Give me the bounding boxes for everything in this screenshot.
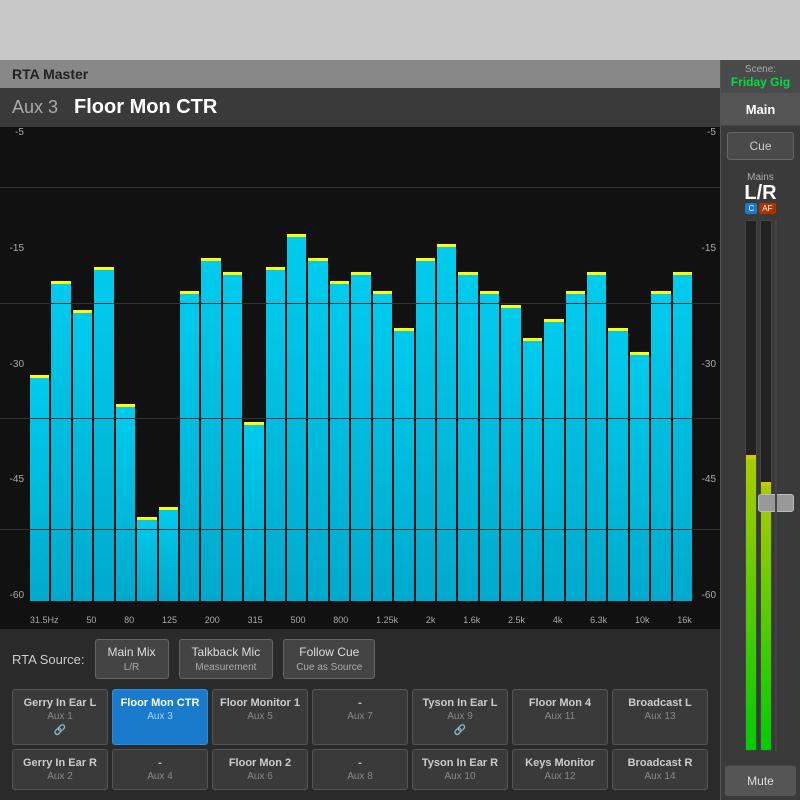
freq-10k: 10k xyxy=(635,615,650,625)
freq-1k6: 1.6k xyxy=(463,615,480,625)
grid-line-1 xyxy=(0,187,720,188)
channel-btn-2[interactable]: Floor Monitor 1Aux 5 xyxy=(212,689,308,745)
meter-green-l xyxy=(746,459,756,750)
freq-4k: 4k xyxy=(553,615,563,625)
freq-80: 80 xyxy=(124,615,134,625)
fader-track[interactable] xyxy=(775,220,777,751)
cue-btn[interactable]: Cue xyxy=(727,132,794,160)
channel-btn-13[interactable]: Broadcast RAux 14 xyxy=(612,749,708,790)
grid-line-4 xyxy=(0,529,720,530)
aux-title-bar: Aux 3 Floor Mon CTR xyxy=(0,88,720,127)
top-spacer xyxy=(0,0,800,60)
channel-grid: Gerry In Ear LAux 1🔗Floor Mon CTRAux 3Fl… xyxy=(12,689,708,790)
fader-center-line xyxy=(775,221,777,750)
ind-c: C xyxy=(745,203,757,214)
meter-green-r xyxy=(761,486,771,751)
rta-display: -5 -15 -30 -45 -60 -5 -15 -30 -45 -60 xyxy=(0,127,720,629)
freq-800: 800 xyxy=(333,615,348,625)
channel-btn-8[interactable]: -Aux 4 xyxy=(112,749,208,790)
mains-lr-area: Mains L/R C AF xyxy=(721,166,800,761)
main-mix-btn[interactable]: Main MixL/R xyxy=(95,639,169,679)
channel-btn-4[interactable]: Tyson In Ear LAux 9🔗 xyxy=(412,689,508,745)
indicator-row: C AF xyxy=(741,203,779,216)
lr-label: L/R xyxy=(744,183,776,203)
rta-grid-lines xyxy=(0,127,720,629)
channel-btn-10[interactable]: -Aux 8 xyxy=(312,749,408,790)
freq-315: 315 xyxy=(248,615,263,625)
mute-btn[interactable]: Mute xyxy=(725,765,796,796)
scene-box: Scene: Friday Gig xyxy=(721,60,800,94)
freq-2k5: 2.5k xyxy=(508,615,525,625)
channel-name: Floor Mon CTR xyxy=(74,96,217,119)
freq-31: 31.5Hz xyxy=(30,615,59,625)
aux-label: Aux 3 xyxy=(12,97,58,118)
channel-btn-11[interactable]: Tyson In Ear RAux 10 xyxy=(412,749,508,790)
level-meter-r xyxy=(760,220,772,751)
grid-line-2 xyxy=(0,303,720,304)
talkback-mic-btn[interactable]: Talkback MicMeasurement xyxy=(179,639,274,679)
channel-btn-9[interactable]: Floor Mon 2Aux 6 xyxy=(212,749,308,790)
meter-fader-area xyxy=(741,216,781,755)
scene-label: Scene: xyxy=(727,64,794,75)
channel-btn-12[interactable]: Keys MonitorAux 12 xyxy=(512,749,608,790)
freq-2k: 2k xyxy=(426,615,436,625)
freq-1k25: 1.25k xyxy=(376,615,398,625)
freq-125: 125 xyxy=(162,615,177,625)
controls-area: RTA Source: Main MixL/R Talkback MicMeas… xyxy=(0,629,720,800)
freq-500: 500 xyxy=(290,615,305,625)
freq-labels: 31.5Hz 50 80 125 200 315 500 800 1.25k 2… xyxy=(30,615,692,625)
freq-50: 50 xyxy=(86,615,96,625)
channel-btn-6[interactable]: Broadcast LAux 13 xyxy=(612,689,708,745)
channel-btn-3[interactable]: -Aux 7 xyxy=(312,689,408,745)
rta-title: RTA Master xyxy=(12,66,88,82)
channel-btn-1[interactable]: Floor Mon CTRAux 3 xyxy=(112,689,208,745)
center-panel: RTA Master Aux 3 Floor Mon CTR -5 -15 -3… xyxy=(0,60,720,800)
channel-btn-0[interactable]: Gerry In Ear LAux 1🔗 xyxy=(12,689,108,745)
level-meter-l xyxy=(745,220,757,751)
channel-btn-5[interactable]: Floor Mon 4Aux 11 xyxy=(512,689,608,745)
follow-cue-btn[interactable]: Follow CueCue as Source xyxy=(283,639,375,679)
main-wrapper: RTA Master Aux 3 Floor Mon CTR -5 -15 -3… xyxy=(0,60,800,800)
grid-line-3 xyxy=(0,418,720,419)
rta-header: RTA Master xyxy=(0,60,720,88)
scene-name: Friday Gig xyxy=(727,75,794,89)
ind-af: AF xyxy=(759,203,775,214)
channel-btn-7[interactable]: Gerry In Ear RAux 2 xyxy=(12,749,108,790)
rta-source-label: RTA Source: xyxy=(12,652,85,667)
main-btn[interactable]: Main xyxy=(721,94,800,126)
rta-source-row: RTA Source: Main MixL/R Talkback MicMeas… xyxy=(12,639,708,679)
freq-16k: 16k xyxy=(677,615,692,625)
right-panel: Scene: Friday Gig Main Cue Mains L/R C A… xyxy=(720,60,800,800)
freq-6k3: 6.3k xyxy=(590,615,607,625)
freq-200: 200 xyxy=(205,615,220,625)
